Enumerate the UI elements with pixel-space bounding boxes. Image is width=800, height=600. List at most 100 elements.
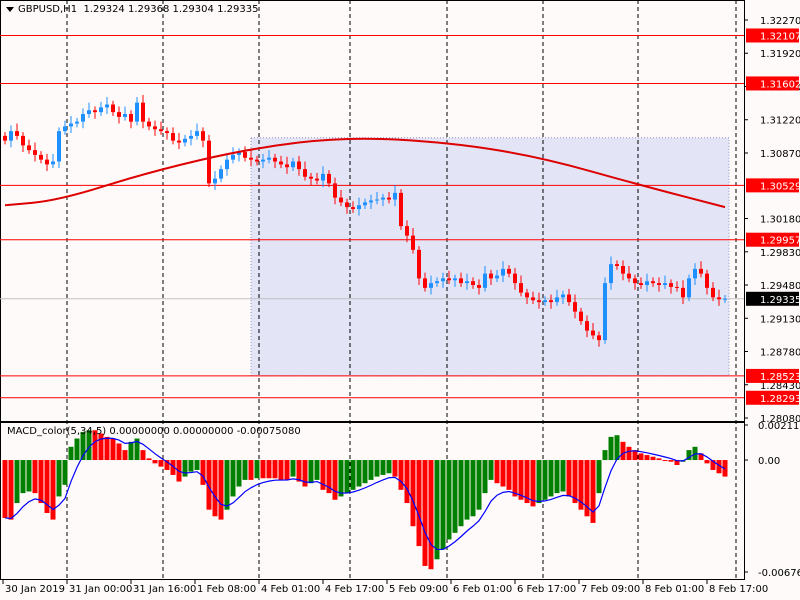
macd-histogram-bar [260,460,266,479]
triangle-down-icon[interactable] [6,6,14,12]
candle-body [543,300,547,303]
candle-body [93,110,97,113]
macd-histogram-bar [374,460,380,477]
macd-histogram-bar [290,460,296,477]
macd-histogram-bar [572,460,578,504]
macd-histogram-bar [20,460,26,494]
macd-histogram-bar [122,450,128,461]
open-value: 1.29324 [83,4,125,15]
candle-body [615,264,619,267]
candle-body [345,202,349,208]
candle-body [567,294,571,303]
candle-body [411,235,415,250]
candle-body [285,164,289,168]
time-axis-label: 6 Feb 01:00 [453,584,512,595]
macd-histogram-bar [566,460,572,497]
macd-histogram-bar [638,453,644,461]
macd-histogram-bar [446,460,452,540]
candle-body [15,131,19,136]
macd-histogram-bar [332,460,338,500]
candle-body [201,131,205,141]
macd-histogram-bar [380,460,386,475]
macd-histogram-bar [368,460,374,480]
macd-histogram-bar [296,460,302,482]
macd-histogram-bar [596,460,602,494]
candle-body [435,281,439,284]
candle-body [699,268,703,274]
candle-body [471,281,475,286]
macd-histogram-bar [620,441,626,461]
high-value: 1.29368 [127,4,170,15]
candle-body [429,283,433,288]
candle-body [219,169,223,179]
candle-body [81,114,85,122]
level-price-label: 1.28523 [760,372,800,383]
macd-histogram-bar [8,460,14,520]
candle-body [231,154,235,160]
candle-body [327,173,331,184]
candle-body [45,159,49,165]
macd-histogram-bar [398,460,404,490]
candle-body [195,131,199,136]
candle-body [111,104,115,113]
macd-histogram-bar [602,450,608,461]
macd-histogram-bar [590,460,596,523]
macd-histogram-bar [14,460,20,504]
macd-axis-label: -0.006767 [758,568,800,579]
candle-body [213,178,217,184]
price-axis-label: 1.31920 [760,49,800,60]
time-axis-label: 7 Feb 09:00 [581,584,640,595]
candle-body [441,278,445,282]
candle-body [597,335,601,341]
macd-histogram-bar [440,460,446,550]
macd-histogram-bar [74,438,80,461]
macd-histogram-bar [254,460,260,479]
macd-histogram-bar [452,460,458,533]
candle-body [261,159,265,162]
macd-histogram-bar [242,460,248,480]
macd-histogram-bar [554,460,560,494]
candle-body [621,266,625,274]
candle-body [609,264,613,284]
candle-body [423,278,427,288]
macd-histogram-bar [560,460,566,492]
candle-body [693,268,697,279]
candle-body [351,207,355,210]
macd-histogram-bar [416,460,422,547]
candle-body [309,176,313,179]
macd-histogram-bar [548,460,554,497]
candle-body [381,197,385,200]
price-axis-label: 1.30180 [760,215,800,226]
macd-value-2: 0.00000000 [173,426,234,437]
macd-histogram-bar [614,435,620,461]
candle-body [561,294,565,298]
level-price-label: 1.28293 [760,394,800,405]
chart-canvas[interactable]: 1.322701.319201.315701.312201.308701.301… [0,0,800,600]
macd-histogram-bar [128,441,134,461]
macd-histogram-bar [140,450,146,461]
time-axis-label: 4 Feb 01:00 [261,584,320,595]
macd-histogram-bar [98,433,104,461]
candle-body [207,140,211,184]
candle-body [405,226,409,236]
level-price-label: 1.31602 [760,79,800,90]
candle-body [123,114,127,117]
macd-histogram-bar [248,460,254,480]
candle-body [27,145,31,151]
macd-histogram-bar [470,460,476,517]
chart-title: GBPUSD,H1 1.29324 1.29368 1.29304 1.2933… [6,4,258,15]
candle-body [501,268,505,276]
low-value: 1.29304 [172,4,214,15]
candle-body [519,283,523,293]
macd-histogram-bar [650,456,656,461]
macd-histogram-bar [182,460,188,477]
candle-body [3,135,7,141]
macd-histogram-bar [392,460,398,477]
macd-histogram-bar [476,460,482,510]
macd-histogram-bar [50,460,56,520]
macd-histogram-bar [212,460,218,517]
macd-axis-label: 0.00 [758,456,780,467]
macd-histogram-bar [350,460,356,490]
macd-histogram-bar [32,460,38,494]
candle-body [87,110,91,115]
